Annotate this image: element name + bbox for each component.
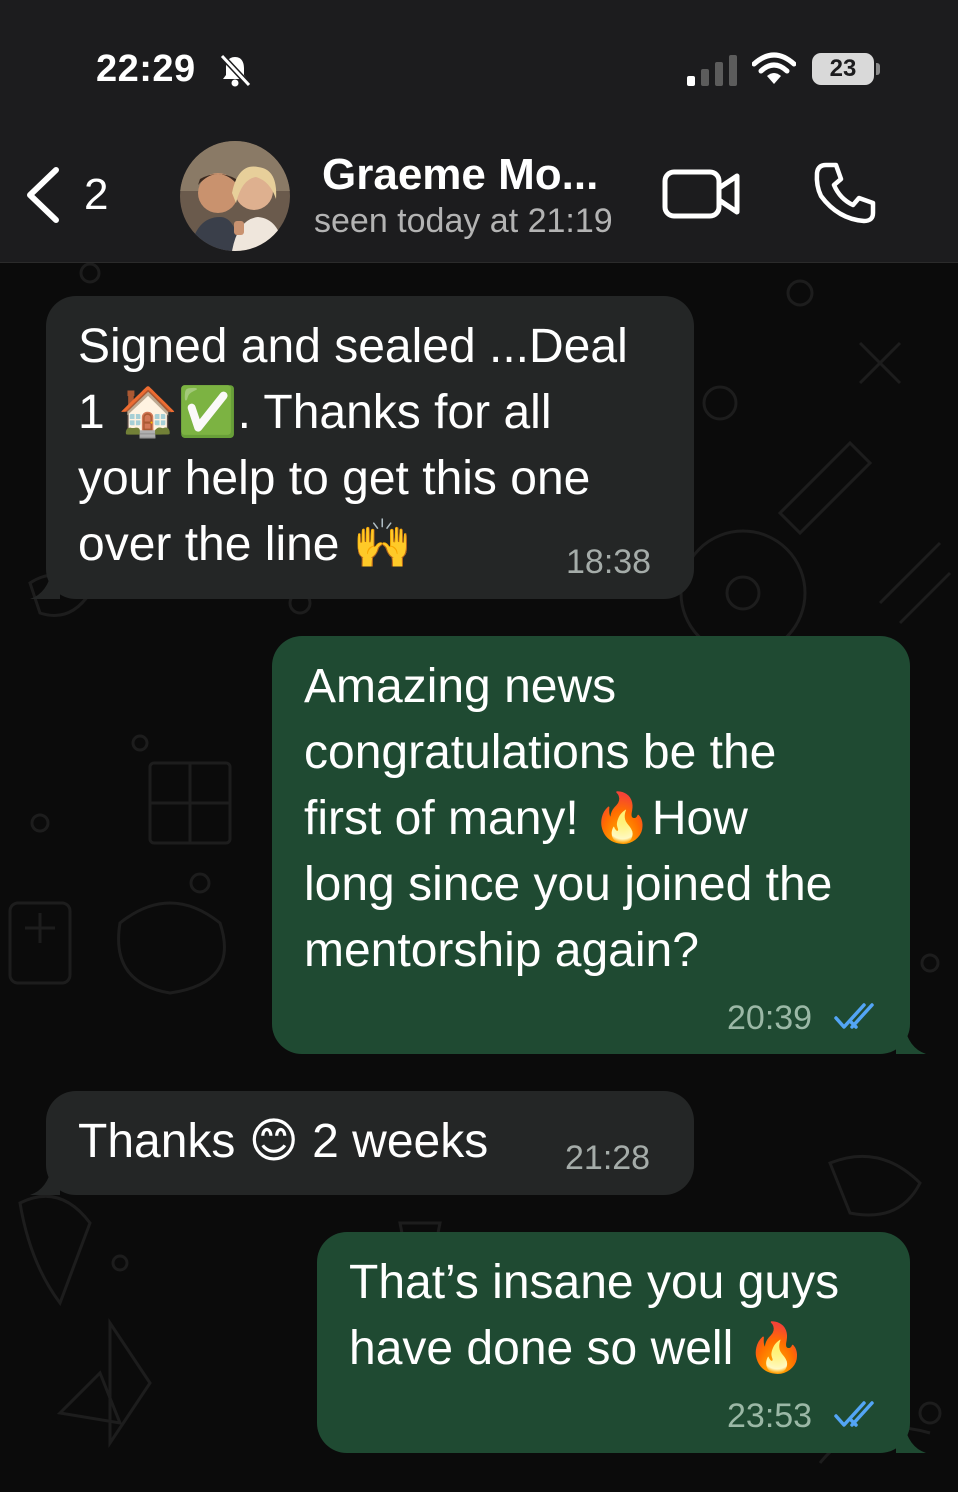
message-time: 23:53	[727, 1397, 813, 1435]
read-receipt-icon	[834, 1401, 874, 1427]
back-chevron-icon	[27, 167, 59, 223]
chat-area[interactable]: Signed and sealed ...Deal 1 🏠✅. Thanks f…	[0, 263, 958, 1492]
message-text: Signed and sealed ...Deal 1 🏠✅. Thanks f…	[78, 320, 628, 571]
message-time: 21:28	[565, 1139, 651, 1177]
message-bubble-incoming[interactable]: Thanks 😊 2 weeks 21:28	[30, 1091, 694, 1195]
message-time: 20:39	[727, 999, 813, 1037]
chat-header: 2 Graeme Mo... seen today at 21:19	[0, 130, 958, 263]
battery-level: 23	[829, 55, 857, 82]
message-bubble-outgoing[interactable]: That’s insane you guys have done so well…	[317, 1232, 926, 1453]
message-bubble-outgoing[interactable]: Amazing news congratulations be the firs…	[272, 636, 926, 1054]
bubble-tail	[30, 1165, 60, 1195]
bubble-tail	[896, 1423, 926, 1453]
status-bar: 22:29 23	[0, 0, 958, 130]
message-bubble-incoming[interactable]: Signed and sealed ...Deal 1 🏠✅. Thanks f…	[30, 296, 694, 599]
wifi-icon	[752, 52, 796, 84]
status-time: 22:29	[96, 48, 196, 90]
message-text: Amazing news congratulations be the firs…	[304, 660, 833, 977]
bubble-tail	[30, 569, 60, 599]
signal-icon	[687, 55, 737, 86]
bubble-tail	[896, 1024, 926, 1054]
message-time: 18:38	[566, 543, 652, 581]
contact-name[interactable]: Graeme Mo...	[322, 150, 598, 200]
unread-count: 2	[84, 170, 109, 219]
bell-slash-icon	[219, 53, 252, 88]
phone-icon[interactable]	[812, 160, 878, 226]
avatar[interactable]	[180, 141, 290, 251]
video-call-icon[interactable]	[662, 166, 742, 222]
battery-icon: 23	[812, 53, 880, 85]
message-text: Thanks 😊 2 weeks	[78, 1115, 489, 1168]
back-button[interactable]: 2	[22, 162, 132, 228]
message-text: That’s insane you guys have done so well…	[349, 1256, 840, 1375]
read-receipt-icon	[834, 1003, 874, 1029]
last-seen-status: seen today at 21:19	[314, 202, 613, 240]
